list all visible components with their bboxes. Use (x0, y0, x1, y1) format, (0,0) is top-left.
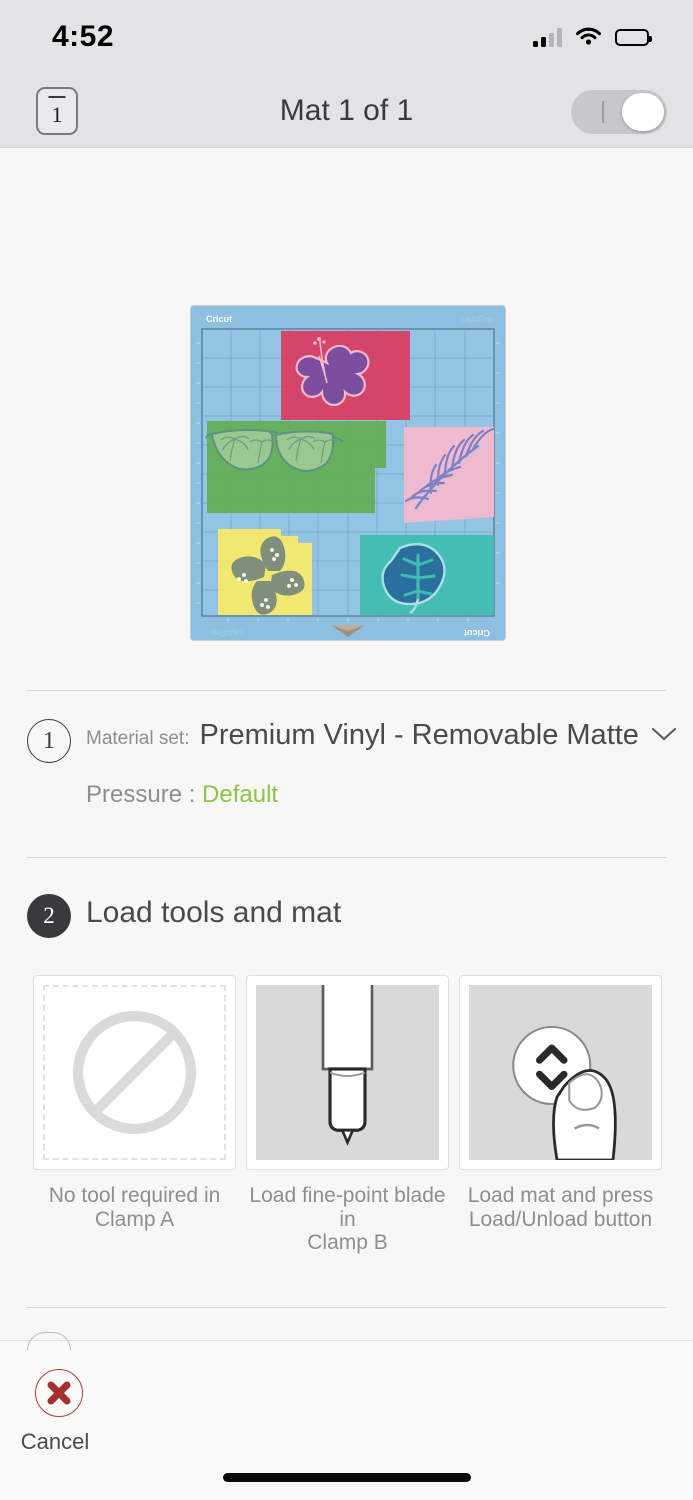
mat-grip-bottom-left: LightGrip (210, 628, 243, 637)
card-caption-line1: Load mat and press (467, 1184, 654, 1207)
pressure-label: Pressure : (86, 781, 196, 808)
toggle-divider-mark (602, 101, 604, 123)
load-instruction-cards: No tool required in Clamp A Load fine-po… (33, 975, 663, 1255)
card-caption-line1: No tool required in (48, 1184, 221, 1207)
status-bar: 4:52 (0, 0, 693, 74)
scroll-content[interactable]: Cricut LightGrip Cricut LightGrip 1 Mate… (0, 149, 693, 1500)
mat-brand-top-left: Cricut (206, 314, 232, 324)
card-box[interactable] (459, 975, 662, 1170)
toggle-knob[interactable] (622, 93, 664, 131)
signal-bars-icon (533, 27, 562, 47)
card-box[interactable] (246, 975, 449, 1170)
pressure-row: Pressure : Default (86, 781, 278, 809)
mat-selector-button[interactable]: 1 (36, 87, 78, 135)
card-caption: No tool required in Clamp A (33, 1184, 236, 1231)
mat-grip-top-right: LightGrip (461, 315, 494, 324)
card-fine-point-blade-clamp-b[interactable]: Load fine-point blade in Clamp B (246, 975, 449, 1255)
card-caption-line2: Clamp A (94, 1207, 175, 1231)
nav-bar: Mat 1 of 1 1 (0, 74, 693, 148)
mat-brand-bottom-right: Cricut (464, 628, 490, 638)
mat-chip-number: 1 (51, 101, 63, 127)
step-1-number: 1 (27, 719, 71, 763)
wifi-icon (575, 25, 602, 50)
app-screen: 4:52 Mat 1 of 1 1 Cricut LightGrip Cricu… (0, 0, 693, 1500)
cancel-button[interactable]: Cancel (21, 1369, 92, 1455)
status-time: 4:52 (52, 20, 115, 53)
card-no-tool-clamp-a[interactable]: No tool required in Clamp A (33, 975, 236, 1255)
divider-above-step3 (27, 1307, 666, 1308)
step-2-title: Load tools and mat (86, 896, 342, 929)
home-indicator (222, 1473, 471, 1482)
cancel-x-icon[interactable] (35, 1369, 83, 1417)
card-caption-line2: Load/Unload button (468, 1207, 653, 1231)
card-load-mat-press-button[interactable]: Load mat and press Load/Unload button (459, 975, 662, 1255)
chevron-down-icon[interactable] (651, 720, 677, 746)
mat-preview-svg: Cricut LightGrip Cricut LightGrip (190, 305, 506, 641)
fine-point-blade-icon (256, 985, 439, 1160)
battery-icon (615, 28, 652, 46)
card-caption: Load fine-point blade in Clamp B (246, 1184, 449, 1255)
mat-preview[interactable]: Cricut LightGrip Cricut LightGrip (188, 303, 508, 643)
cancel-label: Cancel (20, 1429, 90, 1454)
material-set-row[interactable]: Material set: Premium Vinyl - Removable … (86, 719, 676, 752)
card-caption: Load mat and press Load/Unload button (459, 1184, 662, 1231)
card-box[interactable] (33, 975, 236, 1170)
no-tool-prohibited-icon (43, 985, 226, 1160)
material-set-label: Material set: (86, 728, 190, 749)
mat-chip-bar-icon (48, 96, 66, 98)
preview-toggle[interactable] (571, 90, 667, 134)
card-caption-line1: Load fine-point blade in (249, 1184, 446, 1231)
divider-above-step2 (27, 857, 666, 858)
finger-press-load-button-icon (469, 985, 652, 1160)
bottom-action-bar: Cancel (0, 1332, 693, 1500)
step-2-number: 2 (27, 894, 71, 938)
pressure-value: Default (202, 781, 279, 808)
material-set-value[interactable]: Premium Vinyl - Removable Matte (199, 719, 638, 752)
divider-above-step1 (27, 690, 666, 691)
card-caption-line2: Clamp B (307, 1231, 388, 1255)
status-icons (533, 25, 652, 50)
